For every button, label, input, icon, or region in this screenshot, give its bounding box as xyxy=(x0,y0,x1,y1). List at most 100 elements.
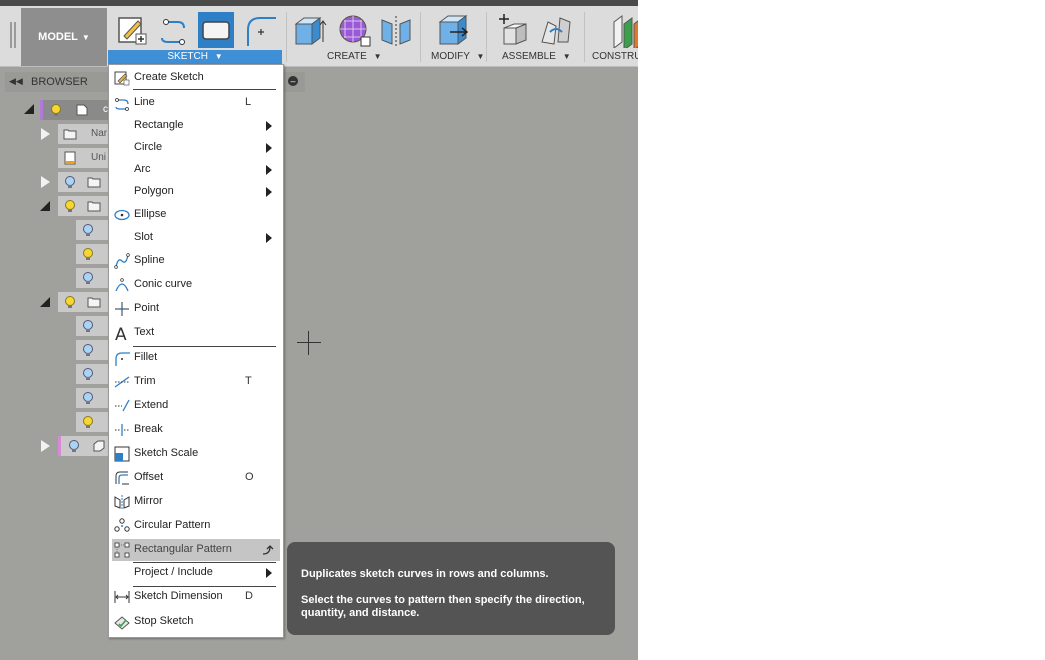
submenu-arrow-icon xyxy=(266,568,272,578)
new-component-icon xyxy=(499,14,527,45)
menu-item-trim[interactable]: Trim T xyxy=(112,371,280,393)
menu-item-rectangle[interactable]: Rectangle xyxy=(112,115,280,137)
sketch-scale-icon xyxy=(114,446,130,462)
expand-toggle-icon[interactable] xyxy=(41,176,50,188)
menu-item-extend[interactable]: Extend xyxy=(112,395,280,417)
menu-item-break[interactable]: Break xyxy=(112,419,280,441)
title-strip xyxy=(0,0,638,6)
toolbar-separator xyxy=(286,12,287,62)
menu-item-circular-pattern[interactable]: Circular Pattern xyxy=(112,515,280,537)
menu-item-label: Text xyxy=(134,326,155,338)
menu-item-sketch-dimension[interactable]: Sketch Dimension D xyxy=(112,586,280,608)
menu-separator xyxy=(133,346,276,347)
menu-item-ellipse[interactable]: Ellipse xyxy=(112,204,280,226)
visibility-bulb-icon[interactable] xyxy=(49,103,63,117)
rectangle-icon xyxy=(202,21,230,40)
menu-item-mirror[interactable]: Mirror xyxy=(112,491,280,513)
rectangle-button[interactable] xyxy=(198,12,234,48)
visibility-bulb-icon[interactable] xyxy=(63,295,77,309)
visibility-bulb-icon[interactable] xyxy=(81,271,95,285)
menu-item-label: Point xyxy=(134,302,160,314)
visibility-bulb-icon[interactable] xyxy=(81,343,95,357)
toolbar: MODEL ▼ SKETCH ▼ CREATE ▼ MODIFY ▼ ASSEM… xyxy=(0,0,638,67)
menu-item-arc[interactable]: Arc xyxy=(112,159,280,181)
shortcut-key: D xyxy=(245,590,253,602)
menu-item-text[interactable]: A Text xyxy=(112,322,280,344)
form-button[interactable] xyxy=(336,12,372,48)
workspace-switcher[interactable]: MODEL ▼ xyxy=(21,8,107,66)
menu-item-sketch-scale[interactable]: Sketch Scale xyxy=(112,443,280,465)
menu-item-stop-sketch[interactable]: Stop Sketch xyxy=(112,611,280,633)
menu-item-label: Conic curve xyxy=(134,278,193,290)
assemble-dropdown[interactable]: ASSEMBLE ▼ xyxy=(502,50,571,64)
menu-item-label: Circular Pattern xyxy=(134,519,211,531)
folder-icon xyxy=(87,177,101,188)
line-button[interactable] xyxy=(156,12,192,48)
menu-item-polygon[interactable]: Polygon xyxy=(112,181,280,203)
expand-toggle-icon[interactable] xyxy=(41,440,50,452)
create-sketch-icon xyxy=(114,71,130,86)
visibility-bulb-icon[interactable] xyxy=(63,199,77,213)
browser-pin-icon[interactable]: – xyxy=(288,76,298,86)
menu-item-fillet[interactable]: Fillet xyxy=(112,347,280,369)
joint-button[interactable] xyxy=(538,12,574,48)
menu-item-slot[interactable]: Slot xyxy=(112,227,280,249)
pin-to-toolbar-icon[interactable] xyxy=(260,543,274,557)
submenu-arrow-icon xyxy=(266,187,272,197)
menu-item-label: Line xyxy=(134,96,155,108)
create-dropdown[interactable]: CREATE ▼ xyxy=(327,50,382,64)
modify-dropdown[interactable]: MODIFY ▼ xyxy=(431,50,484,64)
menu-item-label: Create Sketch xyxy=(134,71,204,83)
menu-item-offset[interactable]: Offset O xyxy=(112,467,280,489)
expand-toggle-icon[interactable] xyxy=(41,128,50,140)
shortcut-key: T xyxy=(245,375,252,387)
menu-item-label: Trim xyxy=(134,375,156,387)
menu-item-conic-curve[interactable]: Conic curve xyxy=(112,274,280,296)
fillet-icon xyxy=(115,352,130,366)
caret-down-icon: ▼ xyxy=(562,52,571,61)
menu-item-create-sketch[interactable]: Create Sketch xyxy=(112,67,280,89)
menu-item-rectangular-pattern[interactable]: Rectangular Pattern xyxy=(112,539,280,561)
visibility-bulb-icon[interactable] xyxy=(81,415,95,429)
menu-item-line[interactable]: Line L xyxy=(112,92,280,114)
menu-item-point[interactable]: Point xyxy=(112,298,280,320)
crosshair-cursor xyxy=(297,342,321,343)
collapse-left-icon[interactable]: ◀◀ xyxy=(9,76,23,87)
construct-dropdown[interactable]: CONSTRU xyxy=(592,50,638,64)
menu-item-spline[interactable]: Spline xyxy=(112,250,280,272)
collapse-toggle-icon[interactable] xyxy=(40,201,50,211)
press-pull-icon xyxy=(438,15,469,45)
folder-icon xyxy=(87,297,101,308)
visibility-bulb-icon[interactable] xyxy=(81,391,95,405)
collapse-toggle-icon[interactable] xyxy=(40,297,50,307)
sketch-dropdown-tab[interactable]: SKETCH ▼ xyxy=(108,50,282,64)
tree-label: Uni xyxy=(91,152,107,163)
mirror-body-button[interactable] xyxy=(378,12,414,48)
visibility-bulb-icon[interactable] xyxy=(81,367,95,381)
toolbar-grip[interactable] xyxy=(10,22,12,48)
press-pull-button[interactable] xyxy=(436,12,472,48)
menu-item-label: Polygon xyxy=(134,185,174,197)
toolbar-separator xyxy=(486,12,487,62)
menu-item-circle[interactable]: Circle xyxy=(112,137,280,159)
folder-icon xyxy=(63,129,77,140)
visibility-bulb-icon[interactable] xyxy=(81,319,95,333)
visibility-bulb-icon[interactable] xyxy=(81,247,95,261)
visibility-bulb-icon[interactable] xyxy=(67,439,81,453)
create-sketch-button[interactable] xyxy=(114,12,150,48)
menu-item-project-include[interactable]: Project / Include xyxy=(112,562,280,584)
visibility-bulb-icon[interactable] xyxy=(81,223,95,237)
fillet-button[interactable] xyxy=(242,12,278,48)
toolbar-grip[interactable] xyxy=(14,22,16,48)
collapse-toggle-icon[interactable] xyxy=(24,104,34,114)
mirror-body-icon xyxy=(381,16,411,46)
form-icon xyxy=(339,15,371,47)
new-component-button[interactable] xyxy=(496,12,532,48)
extrude-button[interactable] xyxy=(292,12,328,48)
menu-item-label: Rectangle xyxy=(134,119,184,131)
offset-plane-button[interactable] xyxy=(608,12,638,48)
menu-item-label: Offset xyxy=(134,471,164,483)
visibility-bulb-icon[interactable] xyxy=(63,175,77,189)
break-icon xyxy=(115,424,129,436)
shortcut-key: L xyxy=(245,96,252,108)
